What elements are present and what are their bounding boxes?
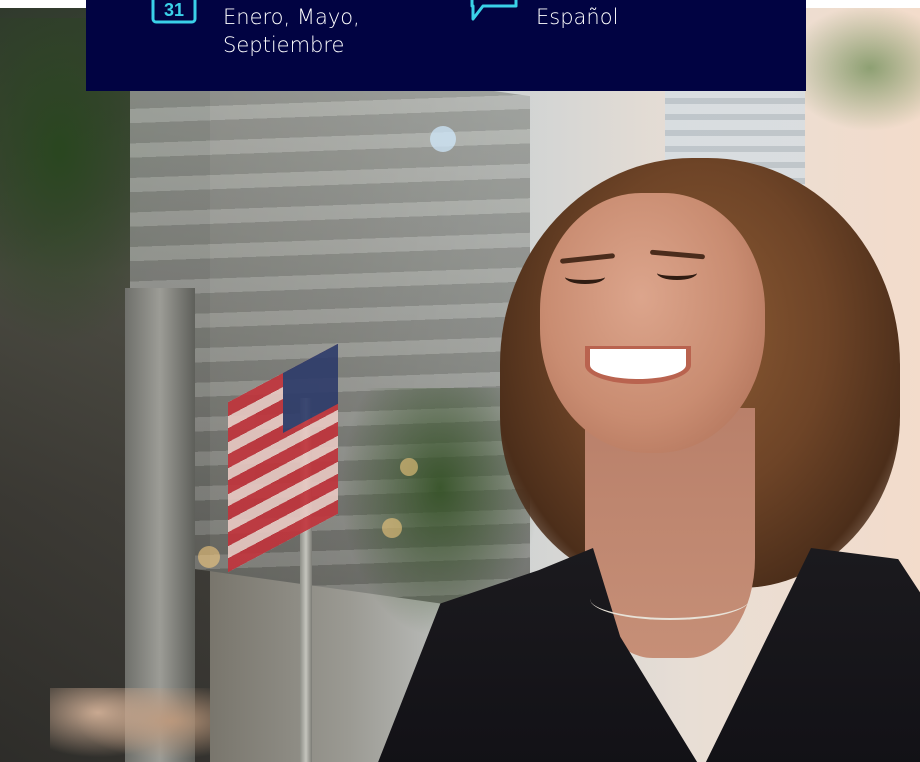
smile: [585, 346, 691, 384]
months-line-1: Enero, Mayo,: [223, 5, 360, 29]
schedule-months: Enero, Mayo, Septiembre: [223, 3, 423, 59]
eye: [657, 266, 697, 280]
calendar-day: 31: [164, 0, 184, 20]
bokeh-light: [400, 458, 418, 476]
language-label: Español: [536, 5, 619, 29]
background-people: [50, 688, 210, 762]
bokeh-light: [382, 518, 402, 538]
course-info-panel: 31 Enero, Mayo, Septiembre Español: [86, 0, 806, 91]
bokeh-light: [430, 126, 456, 152]
eye: [565, 270, 605, 284]
necklace: [590, 578, 750, 620]
bokeh-light: [198, 546, 220, 568]
smiling-woman-outdoors-photo: [0, 8, 920, 762]
calendar-icon: 31: [151, 0, 197, 24]
chat-icon: [470, 0, 518, 21]
woman-face: [540, 193, 765, 453]
hero-photo: [0, 8, 920, 762]
months-line-2: Septiembre: [223, 33, 345, 57]
